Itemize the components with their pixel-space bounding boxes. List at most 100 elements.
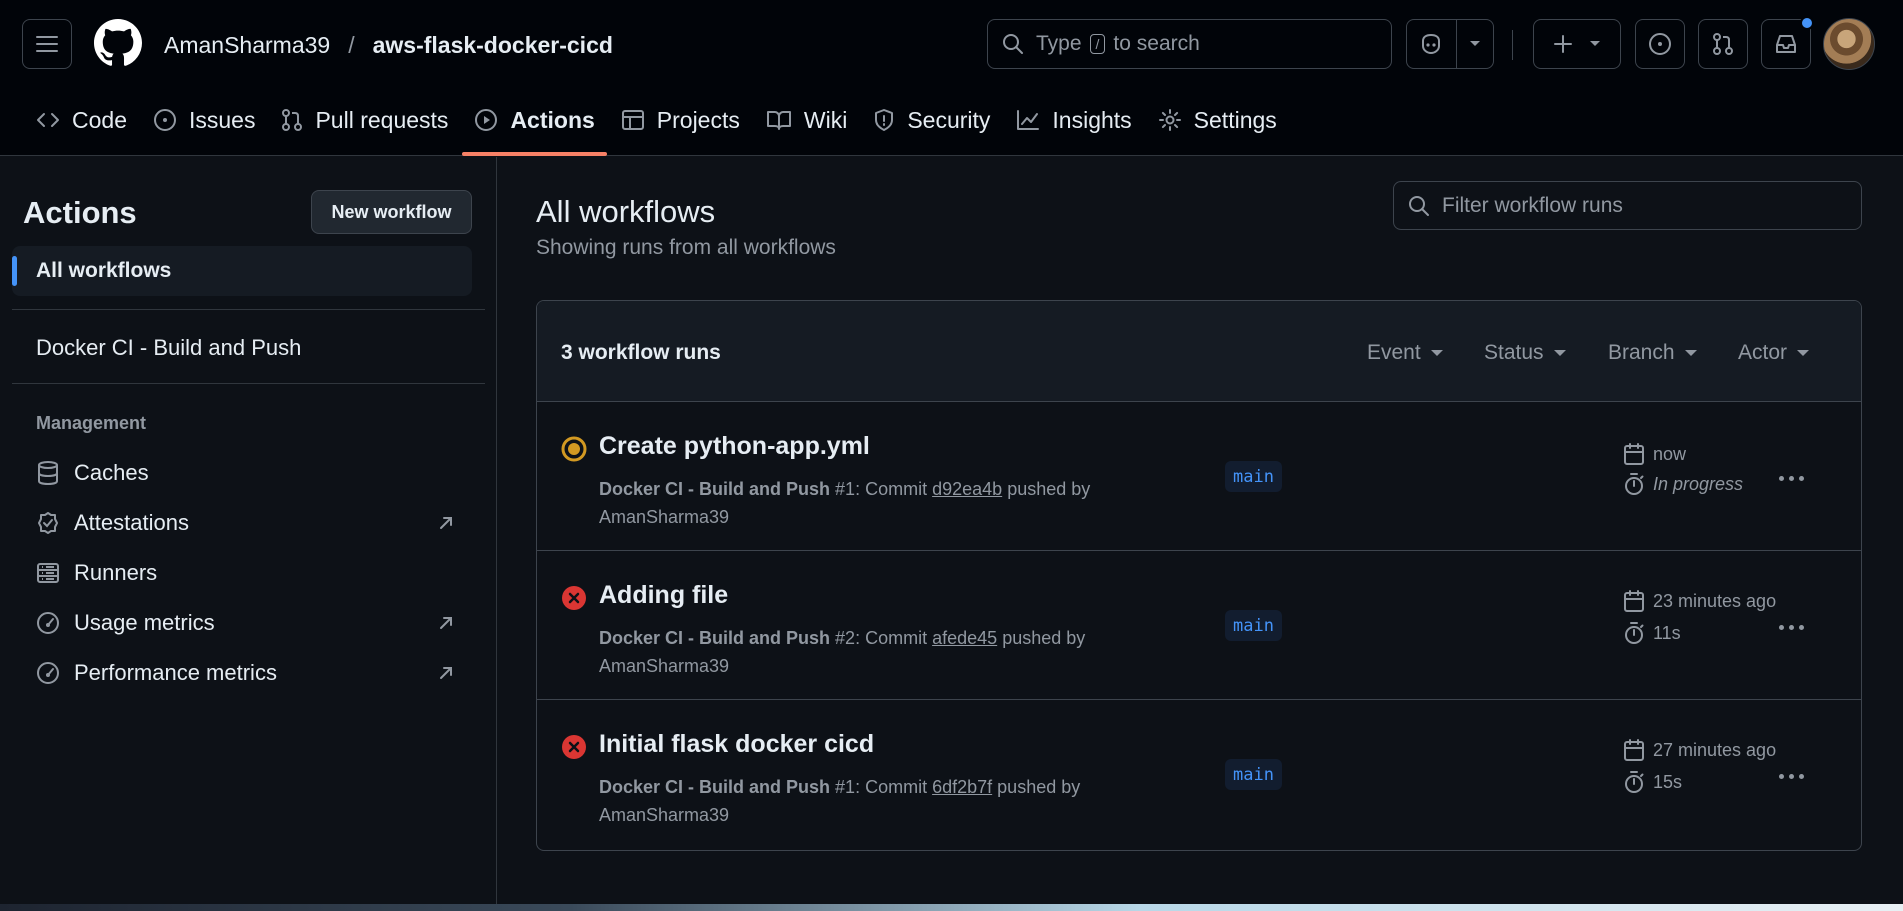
- tab-projects[interactable]: Projects: [609, 96, 752, 144]
- sidebar-item-attestations[interactable]: Attestations: [36, 510, 189, 536]
- management-heading: Management: [36, 413, 147, 433]
- search-icon: [1409, 195, 1429, 216]
- github-logo-icon[interactable]: [94, 19, 142, 67]
- branch-badge[interactable]: main: [1225, 610, 1282, 641]
- workflow-run-row[interactable]: Initial flask docker cicd Docker CI - Bu…: [537, 700, 1861, 849]
- tab-label: Wiki: [803, 106, 848, 133]
- run-duration-text: 15s: [1653, 771, 1683, 792]
- tab-wiki[interactable]: Wiki: [754, 96, 859, 144]
- pull-requests-button[interactable]: [1698, 19, 1748, 69]
- commit-sha-link[interactable]: d92ea4b: [932, 479, 1002, 499]
- tab-label: Projects: [656, 106, 740, 133]
- copilot-button[interactable]: [1406, 19, 1494, 69]
- search-placeholder-prefix: Type: [1036, 32, 1082, 55]
- actions-sidebar: Actions New workflow All workflows Docke…: [0, 157, 497, 911]
- filter-placeholder: Filter workflow runs: [1442, 193, 1623, 217]
- tab-actions[interactable]: Actions: [462, 96, 608, 156]
- hamburger-icon: [36, 36, 58, 52]
- run-title-link[interactable]: Create python-app.yml: [599, 432, 870, 461]
- run-workflow-name: Docker CI - Build and Push: [599, 479, 831, 499]
- search-input[interactable]: Type / to search: [987, 19, 1392, 69]
- run-number: #1: Commit: [835, 479, 928, 499]
- workflow-run-row[interactable]: Adding file Docker CI - Build and Push #…: [537, 551, 1861, 700]
- tab-insights[interactable]: Insights: [1004, 96, 1143, 144]
- tab-security[interactable]: Security: [861, 96, 1002, 144]
- tab-settings[interactable]: Settings: [1146, 96, 1289, 144]
- stopwatch-icon: [1625, 771, 1644, 793]
- stopwatch-icon: [1625, 473, 1644, 495]
- repo-link[interactable]: aws-flask-docker-cicd: [373, 32, 613, 59]
- run-number: #1: Commit: [835, 777, 928, 797]
- branch-filter-dropdown[interactable]: Branch: [1608, 341, 1697, 365]
- sidebar-item-all-workflows[interactable]: All workflows: [12, 246, 472, 296]
- run-date-text: now: [1653, 443, 1687, 464]
- status-filter-dropdown[interactable]: Status: [1484, 341, 1566, 365]
- graph-icon: [1017, 110, 1040, 130]
- calendar-icon: [1624, 590, 1644, 612]
- sidebar-item-workflow[interactable]: Docker CI - Build and Push: [36, 335, 301, 361]
- create-new-button[interactable]: [1533, 19, 1621, 69]
- run-menu-button[interactable]: [1767, 760, 1815, 792]
- verified-icon: [38, 512, 58, 534]
- caret-down-icon: [1553, 350, 1566, 356]
- run-date-text: 23 minutes ago: [1653, 590, 1777, 611]
- issue-icon: [1649, 33, 1671, 55]
- run-author-link[interactable]: AmanSharma39: [599, 507, 729, 527]
- run-date: now: [1623, 442, 1686, 466]
- commit-sha-link[interactable]: 6df2b7f: [932, 777, 992, 797]
- table-icon: [621, 110, 644, 130]
- branch-badge[interactable]: main: [1225, 461, 1282, 492]
- sidebar-item-label: Runners: [74, 560, 158, 585]
- shield-icon: [875, 109, 894, 131]
- run-title-link[interactable]: Adding file: [599, 581, 728, 610]
- issues-button[interactable]: [1635, 19, 1685, 69]
- run-menu-button[interactable]: [1767, 462, 1815, 494]
- branch-badge[interactable]: main: [1225, 759, 1282, 790]
- run-workflow-name: Docker CI - Build and Push: [599, 777, 831, 797]
- tab-code[interactable]: Code: [24, 96, 139, 144]
- new-workflow-button[interactable]: New workflow: [311, 190, 472, 234]
- sidebar-item-label: Usage metrics: [74, 610, 215, 635]
- sidebar-item-runners[interactable]: Runners: [36, 560, 157, 586]
- filter-runs-input[interactable]: Filter workflow runs: [1393, 181, 1862, 230]
- tab-issues[interactable]: Issues: [141, 96, 267, 144]
- run-title-link[interactable]: Initial flask docker cicd: [599, 730, 874, 759]
- run-menu-button[interactable]: [1767, 611, 1815, 643]
- meter-icon: [37, 662, 59, 684]
- sidebar-item-performance-metrics[interactable]: Performance metrics: [36, 660, 277, 686]
- dropdown-label: Actor: [1738, 341, 1788, 364]
- sidebar-item-caches[interactable]: Caches: [36, 460, 149, 486]
- run-author-link[interactable]: AmanSharma39: [599, 805, 729, 825]
- plus-icon: [1554, 35, 1572, 53]
- sidebar-item-label: Caches: [74, 460, 149, 485]
- search-placeholder-suffix: to search: [1113, 32, 1200, 55]
- tab-pull-requests[interactable]: Pull requests: [269, 96, 460, 144]
- run-meta: Docker CI - Build and Push #1: Commit 6d…: [599, 773, 1119, 829]
- tab-label: Security: [907, 106, 991, 133]
- run-number: #2: Commit: [835, 628, 928, 648]
- run-author-link[interactable]: AmanSharma39: [599, 656, 729, 676]
- commit-sha-link[interactable]: afede45: [932, 628, 997, 648]
- tab-label: Insights: [1052, 106, 1132, 133]
- dropdown-label: Status: [1484, 341, 1544, 364]
- sidebar-item-usage-metrics[interactable]: Usage metrics: [36, 610, 215, 636]
- workflow-run-row[interactable]: Create python-app.yml Docker CI - Build …: [537, 402, 1861, 551]
- menu-button[interactable]: [22, 19, 72, 69]
- tab-label: Settings: [1193, 106, 1277, 133]
- actor-filter-dropdown[interactable]: Actor: [1738, 341, 1810, 365]
- external-link-icon: [438, 665, 454, 681]
- stopwatch-icon: [1625, 622, 1644, 644]
- breadcrumb: AmanSharma39 / aws-flask-docker-cicd: [164, 28, 613, 62]
- gear-icon: [1158, 109, 1181, 131]
- failure-icon: [561, 734, 587, 760]
- run-pushed-by: pushed by: [1002, 628, 1086, 648]
- caret-down-icon: [1430, 350, 1443, 356]
- avatar[interactable]: [1823, 18, 1875, 70]
- page-title: All workflows: [536, 194, 716, 229]
- event-filter-dropdown[interactable]: Event: [1367, 341, 1443, 365]
- run-duration-text: In progress: [1653, 473, 1744, 494]
- external-link-icon: [438, 615, 454, 631]
- owner-link[interactable]: AmanSharma39: [164, 32, 330, 59]
- sidebar-item-label: Attestations: [74, 510, 189, 535]
- run-duration: 11s: [1623, 621, 1681, 645]
